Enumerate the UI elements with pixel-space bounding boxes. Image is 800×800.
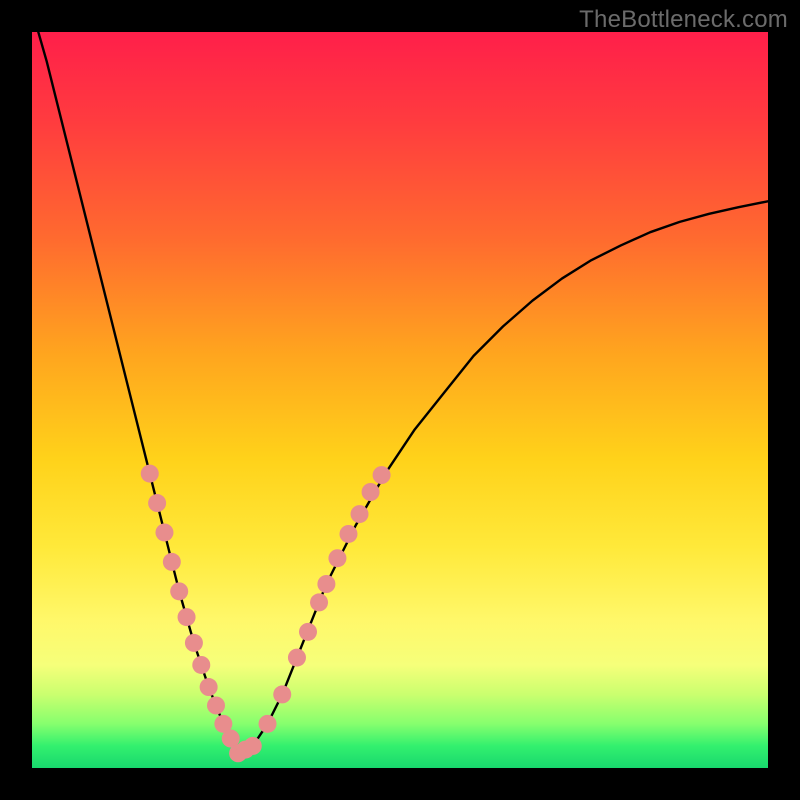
plot-area (32, 32, 768, 768)
marker-dot (310, 593, 328, 611)
marker-dot (148, 494, 166, 512)
watermark-label: TheBottleneck.com (579, 6, 788, 34)
marker-dot (317, 575, 335, 593)
near-minimum-markers (141, 465, 391, 763)
bottleneck-curve (32, 32, 768, 753)
chart-svg (32, 32, 768, 768)
marker-dot (178, 608, 196, 626)
marker-dot (141, 465, 159, 483)
marker-dot (155, 523, 173, 541)
marker-dot (339, 525, 357, 543)
marker-dot (192, 656, 210, 674)
marker-dot (328, 549, 346, 567)
marker-dot (299, 623, 317, 641)
chart-frame: TheBottleneck.com (0, 0, 800, 800)
marker-dot (200, 678, 218, 696)
marker-dot (163, 553, 181, 571)
marker-dot (207, 696, 225, 714)
marker-dot (362, 483, 380, 501)
marker-dot (373, 466, 391, 484)
marker-dot (351, 505, 369, 523)
marker-dot (288, 649, 306, 667)
marker-dot (185, 634, 203, 652)
marker-dot (259, 715, 277, 733)
marker-dot (244, 737, 262, 755)
marker-dot (273, 685, 291, 703)
marker-dot (170, 582, 188, 600)
